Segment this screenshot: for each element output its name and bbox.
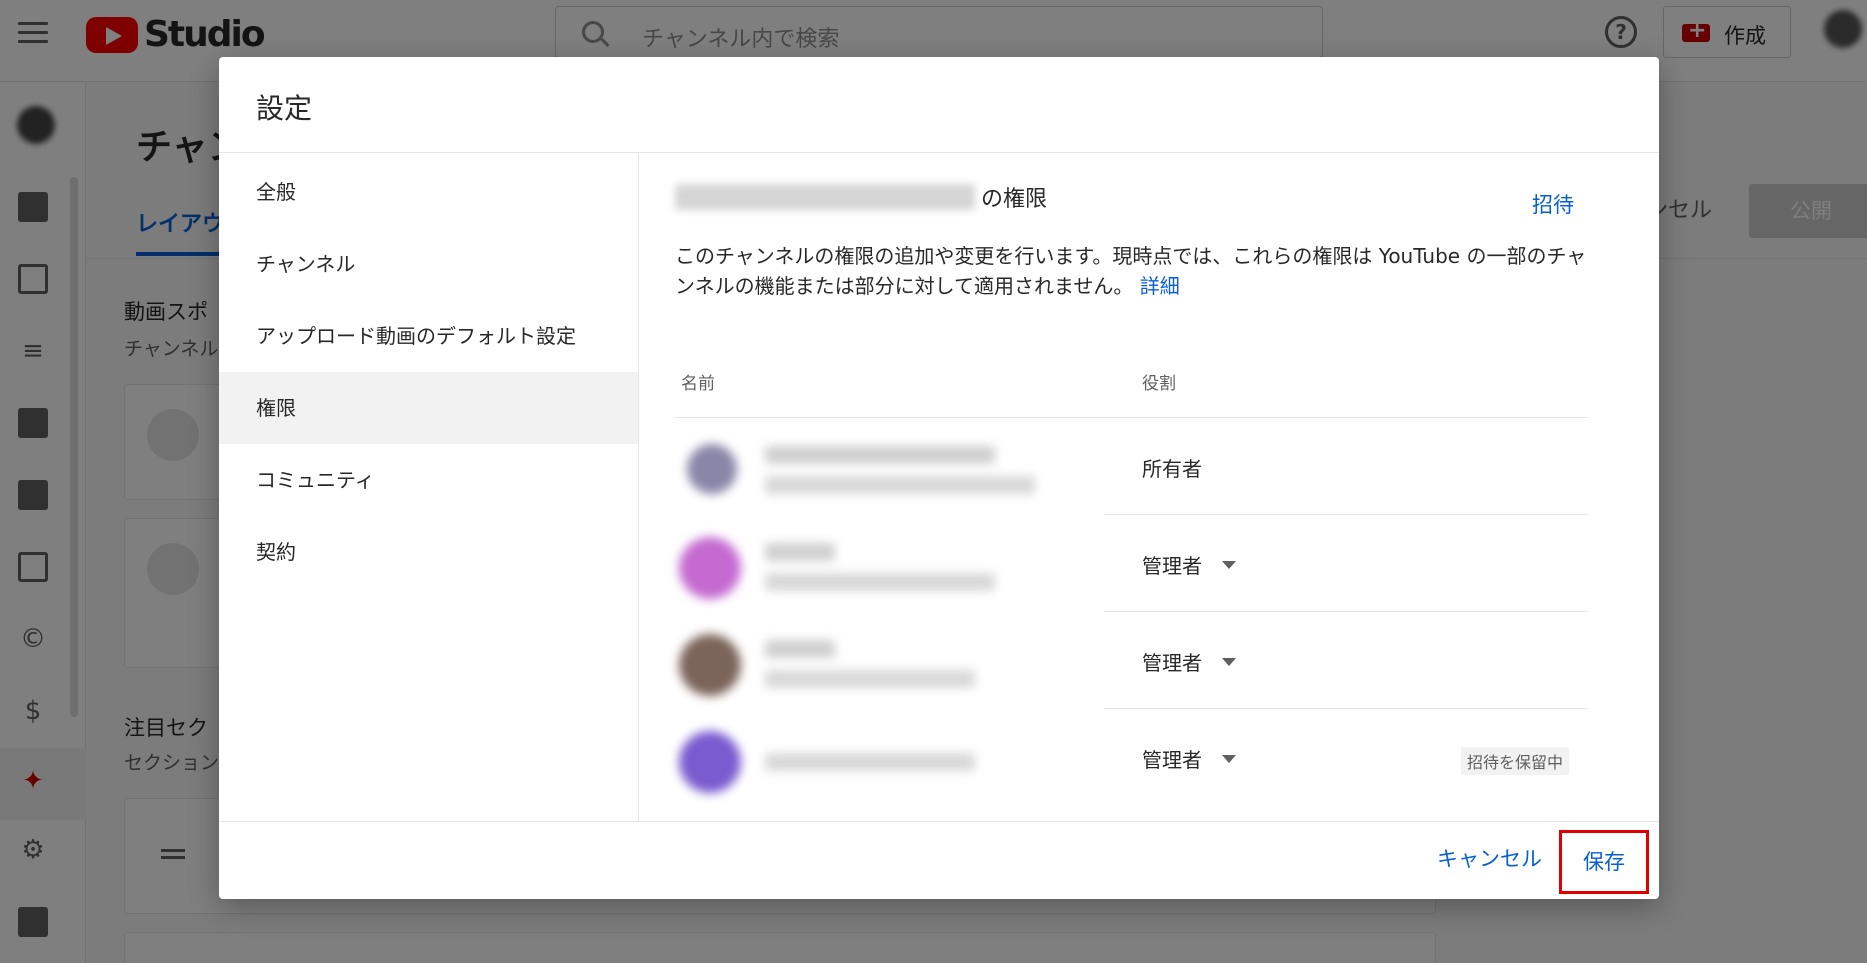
user-avatar bbox=[679, 731, 741, 793]
permissions-panel: の権限 招待 このチャンネルの権限の追加や変更を行います。現時点では、これらの権… bbox=[639, 153, 1659, 821]
role-owner: 所有者 bbox=[1142, 453, 1202, 482]
learn-more-link[interactable]: 詳細 bbox=[1140, 274, 1180, 298]
invite-link[interactable]: 招待 bbox=[1532, 189, 1574, 219]
table-row: 管理者 bbox=[675, 612, 1588, 709]
sidebar-item-channel[interactable]: チャンネル bbox=[219, 228, 638, 300]
blurred-user-name bbox=[765, 543, 835, 561]
caret-down-icon bbox=[1222, 560, 1236, 569]
permissions-description-text: このチャンネルの権限の追加や変更を行います。現時点では、これらの権限は YouT… bbox=[675, 244, 1587, 298]
permissions-heading: の権限 bbox=[675, 181, 1047, 213]
blurred-user-name bbox=[765, 446, 995, 464]
dialog-footer-divider bbox=[219, 821, 1659, 822]
column-header-name: 名前 bbox=[681, 374, 715, 394]
cancel-button[interactable]: キャンセル bbox=[1437, 843, 1542, 873]
save-button[interactable]: 保存 bbox=[1559, 830, 1649, 894]
sidebar-item-upload-defaults[interactable]: アップロード動画のデフォルト設定 bbox=[219, 300, 638, 372]
permissions-heading-suffix: の権限 bbox=[981, 187, 1048, 212]
role-label: 所有者 bbox=[1142, 457, 1202, 481]
user-avatar bbox=[679, 537, 741, 599]
table-row: 所有者 bbox=[675, 418, 1588, 515]
sidebar-item-permissions[interactable]: 権限 bbox=[219, 372, 638, 444]
caret-down-icon bbox=[1222, 657, 1236, 666]
table-row: 管理者 招待を保留中 bbox=[675, 709, 1588, 806]
permissions-description: このチャンネルの権限の追加や変更を行います。現時点では、これらの権限は YouT… bbox=[675, 241, 1595, 301]
column-header-role: 役割 bbox=[1142, 374, 1176, 394]
blurred-user-email bbox=[765, 670, 975, 688]
blurred-user-email bbox=[765, 753, 975, 771]
caret-down-icon bbox=[1222, 754, 1236, 763]
table-row: 管理者 bbox=[675, 515, 1588, 612]
role-label: 管理者 bbox=[1142, 554, 1202, 578]
role-dropdown[interactable]: 管理者 bbox=[1142, 744, 1236, 773]
blurred-channel-name bbox=[675, 184, 975, 210]
user-avatar bbox=[679, 634, 741, 696]
settings-sidebar: 全般 チャンネル アップロード動画のデフォルト設定 権限 コミュニティ 契約 bbox=[219, 153, 639, 821]
pending-invite-badge: 招待を保留中 bbox=[1461, 747, 1570, 775]
role-dropdown[interactable]: 管理者 bbox=[1142, 647, 1236, 676]
sidebar-item-general[interactable]: 全般 bbox=[219, 156, 638, 228]
blurred-user-email bbox=[765, 476, 1035, 494]
blurred-user-email bbox=[765, 573, 995, 591]
blurred-user-name bbox=[765, 640, 835, 658]
role-dropdown[interactable]: 管理者 bbox=[1142, 550, 1236, 579]
role-label: 管理者 bbox=[1142, 651, 1202, 675]
settings-dialog: 設定 全般 チャンネル アップロード動画のデフォルト設定 権限 コミュニティ 契… bbox=[219, 57, 1659, 899]
sidebar-item-agreements[interactable]: 契約 bbox=[219, 516, 638, 588]
role-label: 管理者 bbox=[1142, 748, 1202, 772]
user-avatar bbox=[687, 444, 737, 494]
sidebar-item-community[interactable]: コミュニティ bbox=[219, 444, 638, 516]
dialog-title: 設定 bbox=[256, 92, 313, 125]
